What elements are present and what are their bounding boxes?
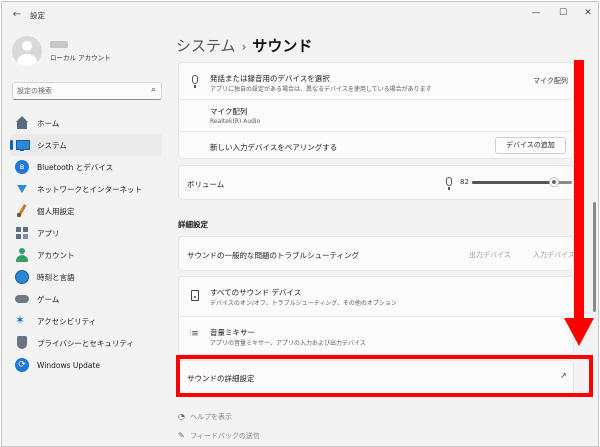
- sidebar-item-gaming[interactable]: ゲーム: [10, 288, 162, 310]
- section-title-advanced: 詳細設定: [178, 220, 208, 229]
- volume-slider-thumb[interactable]: [549, 177, 559, 187]
- title-bar: ← 設定 — ☐ ✕: [2, 2, 598, 28]
- mic-array-row[interactable]: マイク配列 Realtek(R) Audio: [179, 100, 573, 132]
- give-feedback-link[interactable]: ✎ フィードバックの送信: [178, 431, 260, 441]
- system-icon: [15, 138, 30, 152]
- sidebar-item-label: ネットワークとインターネット: [37, 184, 142, 194]
- sidebar-item-label: アクセシビリティ: [37, 316, 97, 326]
- close-button[interactable]: ✕: [578, 5, 598, 21]
- app-title: 設定: [30, 11, 45, 20]
- update-icon: [15, 358, 29, 372]
- sidebar-item-apps[interactable]: アプリ: [10, 222, 162, 244]
- breadcrumb-parent[interactable]: システム: [176, 37, 236, 55]
- gamepad-icon: [15, 292, 29, 306]
- get-help-label: ヘルプを表示: [190, 413, 232, 421]
- sidebar-nav: ホーム システム Bluetooth とデバイス ネットワークとインターネット …: [10, 112, 162, 376]
- mic-array-title: マイク配列: [210, 107, 248, 116]
- troubleshoot-card: サウンドの一般的な問題のトラブルシューティング 出力デバイス 入力デバイス: [178, 236, 574, 271]
- troubleshoot-output-button[interactable]: 出力デバイス: [469, 250, 511, 260]
- all-devices-title: すべてのサウンド デバイス: [210, 288, 302, 297]
- back-button[interactable]: ←: [10, 8, 24, 22]
- accessibility-icon: [15, 313, 29, 328]
- red-arrow-down-icon: [564, 60, 594, 346]
- network-icon: [15, 182, 29, 196]
- advanced-devices-card: すべてのサウンド デバイス デバイスのオン/オフ、トラブルシューティング、その他…: [178, 276, 574, 355]
- account-icon: [15, 248, 29, 262]
- select-device-title: 発話または録音用のデバイスを選択: [210, 74, 330, 83]
- sidebar-item-network[interactable]: ネットワークとインターネット: [10, 178, 162, 200]
- home-icon: [15, 116, 29, 130]
- help-icon: ◔: [178, 412, 185, 421]
- mic-array-subtitle: Realtek(R) Audio: [210, 118, 261, 125]
- input-device-card: 発話または録音用のデバイスを選択 アプリに独自の設定がある場合は、異なるデバイス…: [178, 62, 574, 159]
- sidebar-item-label: プライバシーとセキュリティ: [37, 338, 134, 348]
- highlight-box: [176, 355, 593, 397]
- maximize-button[interactable]: ☐: [553, 5, 573, 21]
- breadcrumb: システム › サウンド: [176, 35, 312, 56]
- sidebar-item-label: アカウント: [37, 250, 75, 260]
- globe-clock-icon: [15, 270, 29, 284]
- sidebar-item-accessibility[interactable]: アクセシビリティ: [10, 310, 162, 332]
- pair-input-device-row: 新しい入力デバイスをペアリングする デバイスの追加: [179, 132, 573, 158]
- account-type: ローカル アカウント: [50, 54, 111, 62]
- apps-icon: [15, 226, 29, 240]
- volume-slider[interactable]: [472, 177, 572, 187]
- mixer-icon: ⫶≡: [189, 329, 199, 339]
- sidebar-item-accounts[interactable]: アカウント: [10, 244, 162, 266]
- sidebar-item-windows-update[interactable]: Windows Update: [10, 354, 162, 376]
- sidebar-item-label: Windows Update: [37, 360, 101, 370]
- get-help-link[interactable]: ◔ ヘルプを表示: [178, 412, 232, 422]
- input-device-dropdown[interactable]: マイク配列: [533, 76, 568, 86]
- microphone-icon: [192, 75, 198, 88]
- sidebar-item-label: Bluetooth とデバイス: [37, 162, 114, 172]
- sidebar-item-home[interactable]: ホーム: [10, 112, 162, 134]
- volume-label: ボリューム: [187, 180, 225, 189]
- sidebar-item-time-language[interactable]: 時刻と言語: [10, 266, 162, 288]
- all-sound-devices-row[interactable]: すべてのサウンド デバイス デバイスのオン/オフ、トラブルシューティング、その他…: [179, 277, 573, 317]
- volume-mixer-subtitle: アプリの音量ミキサー、アプリの入力および出力デバイス: [210, 340, 366, 347]
- all-devices-subtitle: デバイスのオン/オフ、トラブルシューティング、その他のオプション: [210, 300, 397, 307]
- breadcrumb-separator: ›: [241, 40, 247, 54]
- search-input[interactable]: [17, 85, 137, 97]
- speaker-device-icon: [191, 290, 199, 301]
- volume-mixer-title: 音量ミキサー: [210, 328, 255, 337]
- microphone-icon: [446, 177, 452, 190]
- sidebar-item-label: 個人用設定: [37, 206, 75, 216]
- select-input-device-row[interactable]: 発話または録音用のデバイスを選択 アプリに独自の設定がある場合は、異なるデバイス…: [179, 63, 573, 100]
- volume-value: 82: [460, 178, 469, 186]
- feedback-icon: ✎: [178, 431, 185, 440]
- add-device-button[interactable]: デバイスの追加: [495, 137, 566, 154]
- volume-mixer-row[interactable]: ⫶≡ 音量ミキサー アプリの音量ミキサー、アプリの入力および出力デバイス: [179, 317, 573, 354]
- volume-slider-fill: [472, 181, 554, 184]
- sidebar-item-privacy[interactable]: プライバシーとセキュリティ: [10, 332, 162, 354]
- select-device-subtitle: アプリに独自の設定がある場合は、異なるデバイスを使用している場合があります: [210, 86, 432, 93]
- sidebar-item-label: 時刻と言語: [37, 272, 75, 282]
- user-name-redacted: [50, 41, 68, 48]
- brush-icon: [15, 204, 29, 218]
- pair-device-title: 新しい入力デバイスをペアリングする: [210, 143, 338, 152]
- search-box[interactable]: ⌕: [12, 82, 162, 100]
- troubleshoot-title: サウンドの一般的な問題のトラブルシューティング: [187, 251, 360, 260]
- sidebar-item-personalization[interactable]: 個人用設定: [10, 200, 162, 222]
- settings-window: ← 設定 — ☐ ✕ ローカル アカウント ⌕ ホーム システム Bluetoo…: [1, 1, 599, 447]
- sidebar-item-label: アプリ: [37, 228, 60, 238]
- avatar: [12, 36, 42, 66]
- sidebar-item-label: ホーム: [37, 118, 60, 128]
- sidebar-item-label: ゲーム: [37, 294, 60, 304]
- sidebar-item-bluetooth[interactable]: Bluetooth とデバイス: [10, 156, 162, 178]
- minimize-button[interactable]: —: [526, 5, 546, 21]
- page-title: サウンド: [252, 37, 313, 55]
- search-icon: ⌕: [150, 85, 156, 95]
- shield-icon: [15, 336, 29, 350]
- sidebar-item-label: システム: [37, 140, 67, 150]
- bluetooth-icon: [15, 160, 29, 174]
- sidebar-item-system[interactable]: システム: [10, 134, 162, 156]
- give-feedback-label: フィードバックの送信: [190, 432, 260, 440]
